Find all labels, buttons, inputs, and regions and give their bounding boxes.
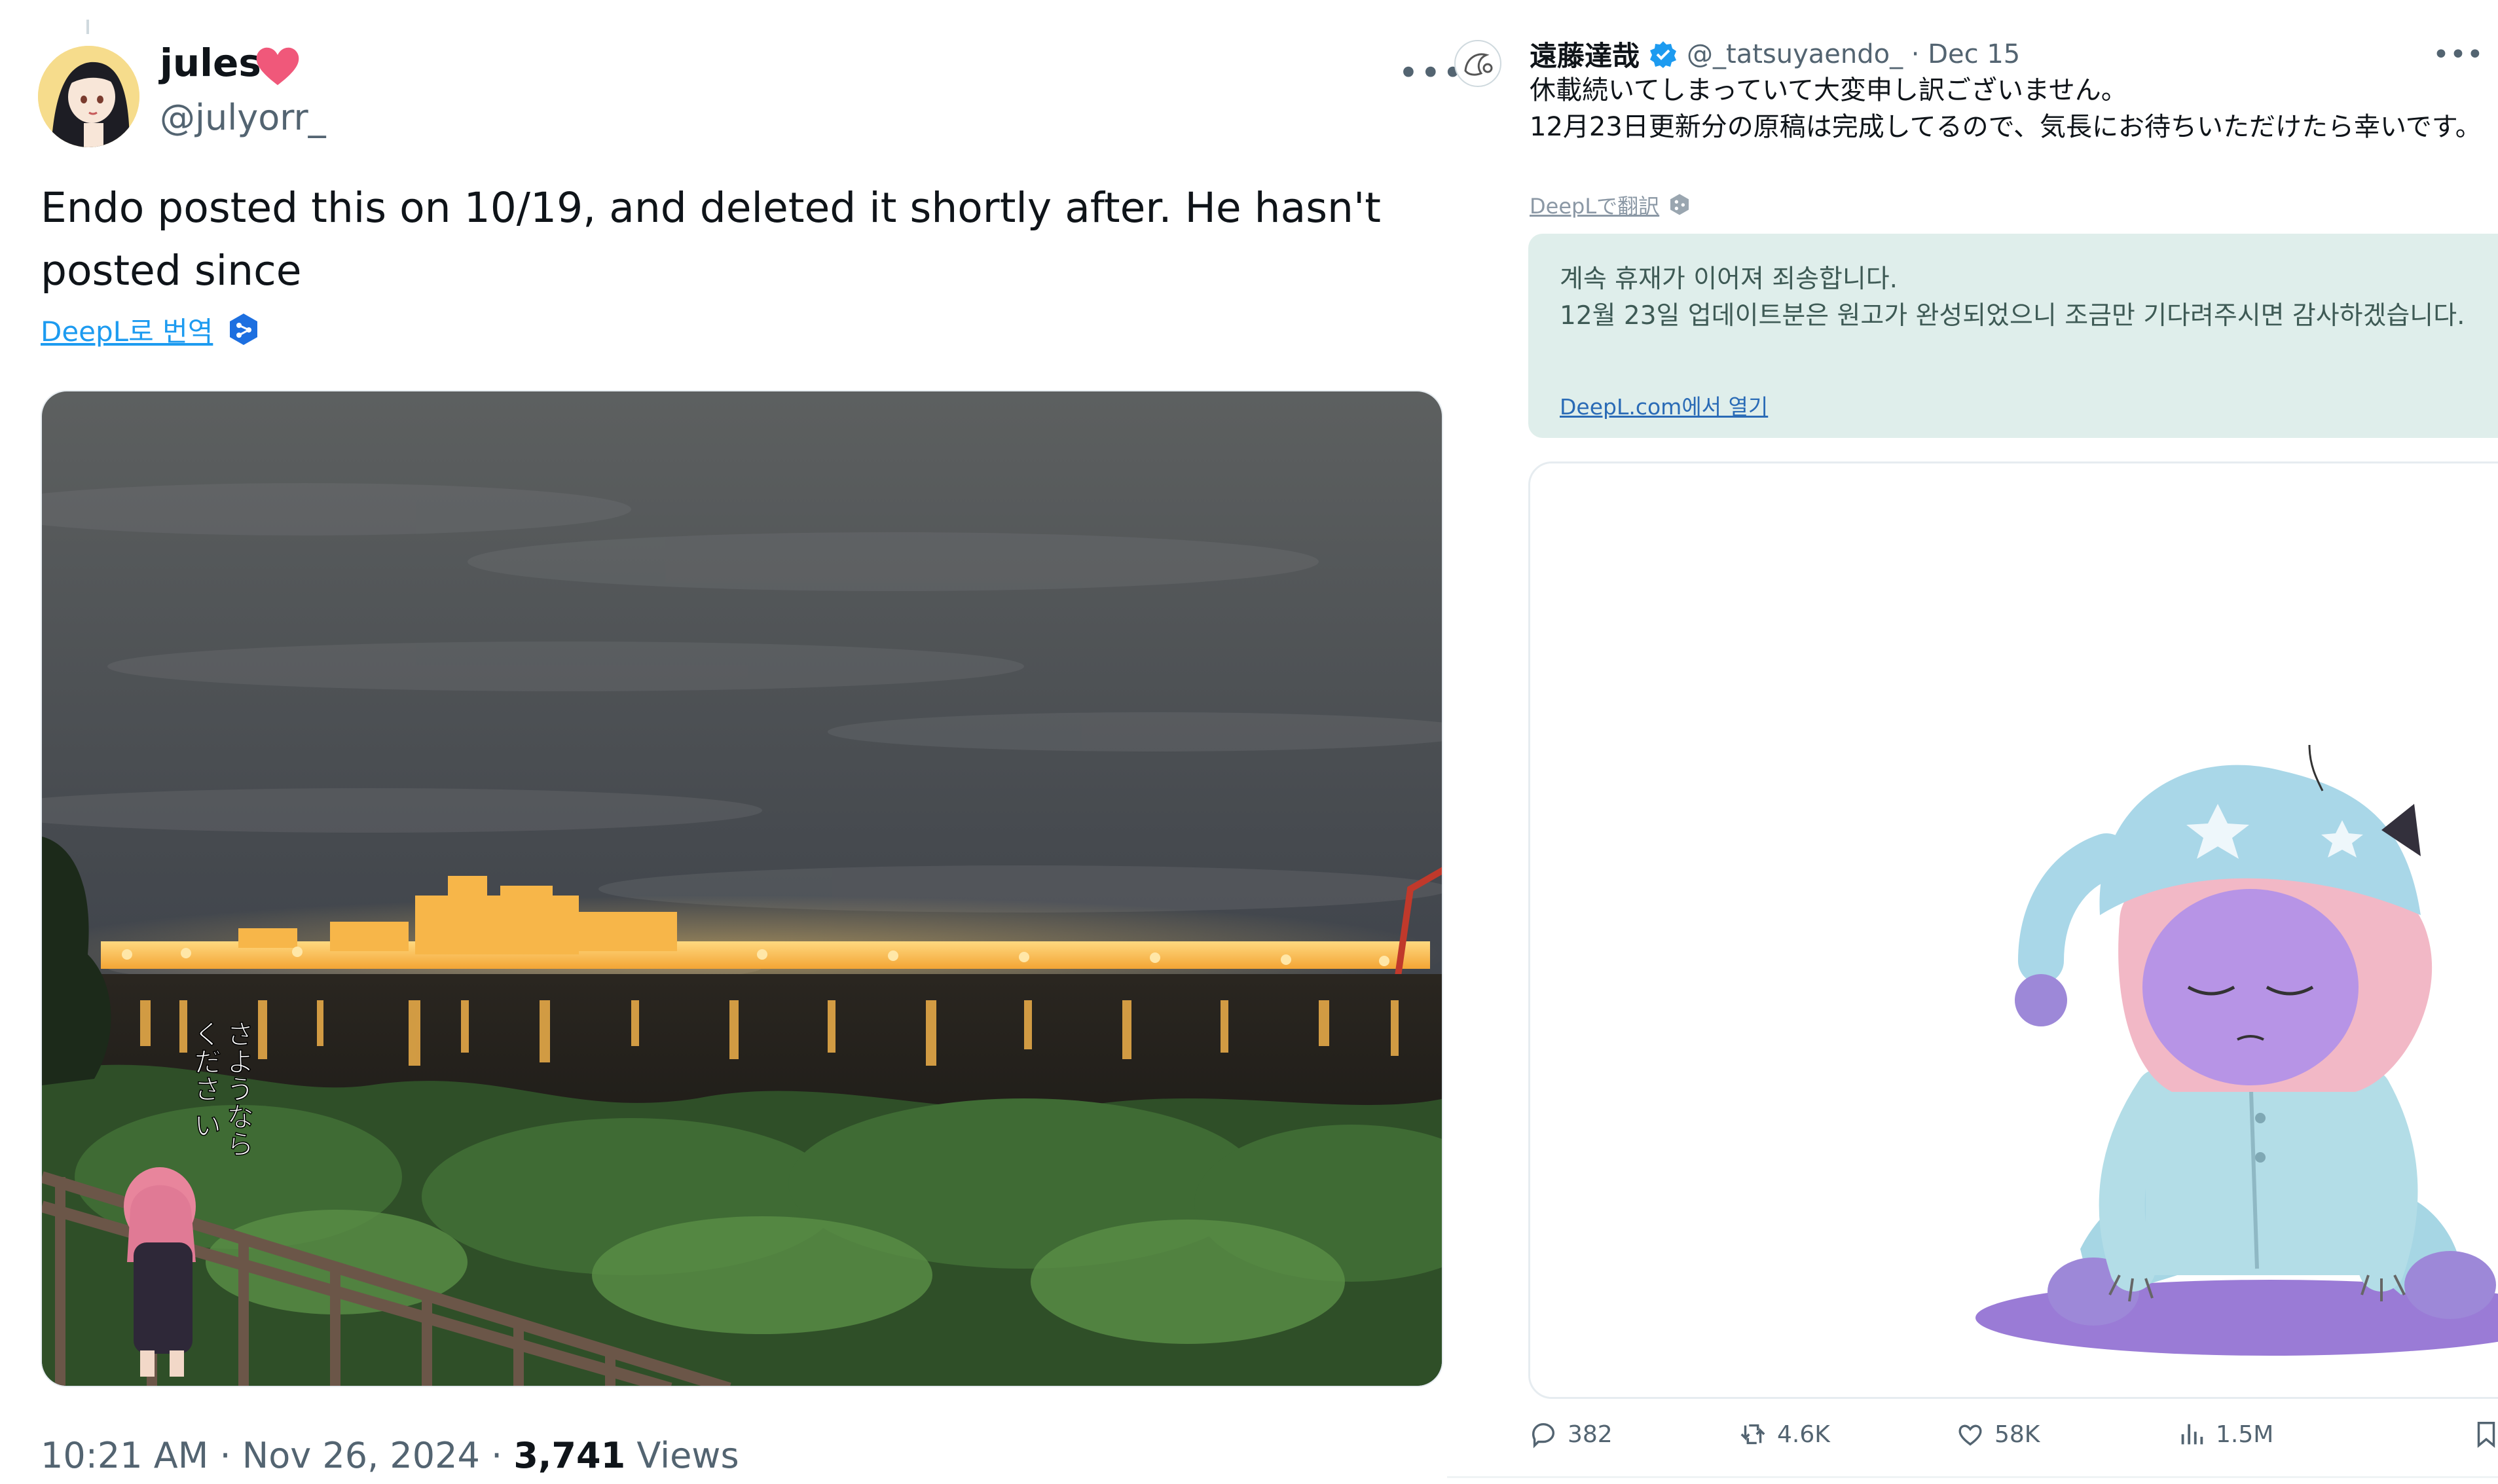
avatar[interactable] (38, 46, 139, 147)
tweet-text: 休載続いてしまっていて大変申し訳ございません。 12月23日更新分の原稿は完成し… (1530, 75, 2482, 142)
divider (1447, 1476, 2498, 1478)
deepl-icon (230, 313, 258, 345)
repost-icon (1740, 1424, 1765, 1445)
tweet-photo[interactable]: さようなら くださ い (41, 390, 1443, 1387)
view-count: 1.5M (2216, 1421, 2274, 1448)
heart-icon (1958, 1424, 1982, 1446)
repost-button[interactable]: 4.6K (1738, 1419, 1830, 1449)
bookmark-icon (2477, 1422, 2495, 1448)
tweet-header: 遠藤達哉 @_tatsuyaendo_ · Dec 15 (1530, 34, 2020, 74)
translation-text: 계속 휴재가 이어져 죄송합니다. 12월 23일 업데이트분은 원고가 완성되… (1560, 264, 2465, 331)
views-count: 3,741 (513, 1435, 626, 1476)
reply-count: 382 (1568, 1421, 1613, 1448)
display-name[interactable]: jules (160, 41, 261, 85)
handle[interactable]: @julyorr_ (160, 97, 326, 138)
translation-panel: 계속 휴재가 이어져 죄송합니다. 12월 23일 업데이트분은 원고가 완성되… (1528, 234, 2498, 438)
repost-count: 4.6K (1777, 1421, 1830, 1448)
views-button[interactable]: 1.5M (2177, 1419, 2273, 1449)
translate-link[interactable]: DeepL로 번역 (41, 310, 213, 350)
bookmark-button[interactable] (2471, 1419, 2498, 1449)
translate-row[interactable]: DeepLで翻訳 (1530, 190, 1691, 220)
handle-time[interactable]: @_tatsuyaendo_ · Dec 15 (1687, 39, 2020, 69)
analytics-icon (2181, 1424, 2203, 1445)
translate-row[interactable]: DeepL로 번역 (41, 310, 260, 350)
action-bar: 382 4.6K 58K 1.5M (1528, 1419, 2498, 1465)
deepl-icon (1670, 194, 1689, 215)
thread-line (86, 20, 89, 34)
translate-link[interactable]: DeepLで翻訳 (1530, 190, 1659, 220)
heart-icon (256, 47, 299, 85)
tweet-image[interactable] (1528, 461, 2498, 1399)
views-label: Views (625, 1435, 739, 1476)
like-button[interactable]: 58K (1955, 1419, 2040, 1449)
reply-icon (1532, 1422, 1555, 1449)
timestamp[interactable]: 10:21 AM · Nov 26, 2024 · (41, 1435, 513, 1476)
svg-text:さようなら: さようなら (223, 1020, 255, 1157)
tweet-text: Endo posted this on 10/19, and deleted i… (41, 184, 1381, 295)
reply-button[interactable]: 382 (1528, 1419, 1613, 1449)
right-tweet: 遠藤達哉 @_tatsuyaendo_ · Dec 15 ••• 休載続いてしま… (1447, 0, 2498, 1484)
display-name[interactable]: 遠藤達哉 (1530, 34, 1640, 74)
tweet-meta: 10:21 AM · Nov 26, 2024 · 3,741 Views (41, 1435, 739, 1476)
more-options-icon[interactable]: ••• (2433, 38, 2484, 71)
like-count: 58K (1994, 1421, 2040, 1448)
avatar[interactable] (1454, 39, 1502, 88)
verified-badge-icon (1650, 41, 1677, 68)
open-deepl-link[interactable]: DeepL.com에서 열기 (1560, 389, 1768, 421)
left-tweet: jules @julyorr_ ••• Endo posted this on … (0, 0, 1463, 1484)
svg-text:くださ い: くださ い (190, 1020, 222, 1138)
